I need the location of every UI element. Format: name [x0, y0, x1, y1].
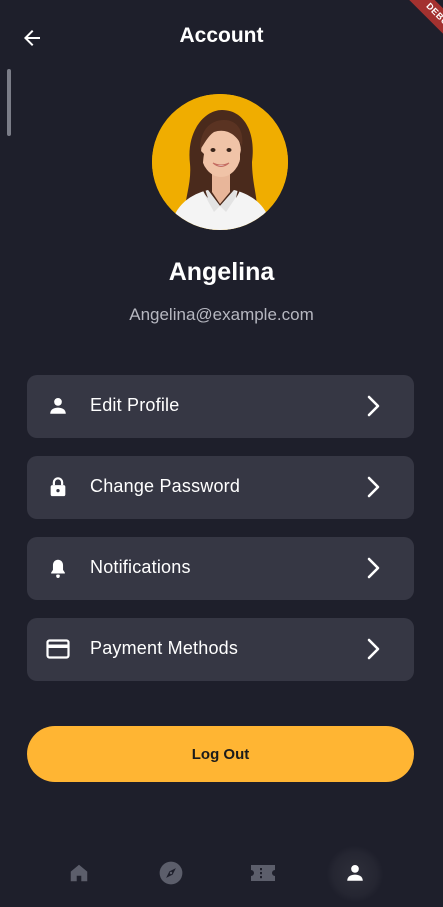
profile-photo [152, 94, 288, 230]
home-icon [70, 864, 88, 881]
nav-item-home[interactable] [49, 838, 109, 907]
menu-item-payment-methods[interactable]: Payment Methods [27, 618, 414, 681]
menu-item-label: Edit Profile [90, 395, 180, 415]
person-icon [46, 394, 70, 418]
logout-button[interactable]: Log Out [27, 726, 414, 782]
scrollbar[interactable] [7, 69, 11, 136]
lock-icon [46, 475, 70, 499]
nav-item-tickets[interactable] [233, 838, 293, 907]
ticket-icon [251, 864, 275, 881]
app-bar: Account [0, 0, 443, 76]
chevron-right-icon [367, 638, 380, 660]
page-title: Account [179, 24, 264, 47]
menu-item-label: Payment Methods [90, 638, 239, 658]
chevron-right-icon [367, 476, 380, 498]
menu-item-notifications[interactable]: Notifications [27, 537, 414, 600]
chevron-right-icon [367, 395, 380, 417]
avatar [152, 94, 288, 230]
chevron-right-icon [367, 557, 380, 579]
nav-item-account[interactable] [325, 838, 385, 907]
profile-email: Angelina@example.com [129, 305, 314, 324]
profile-name: Angelina [168, 258, 275, 286]
logout-button-label: Log Out [191, 745, 250, 763]
menu-item-edit-profile[interactable]: Edit Profile [27, 375, 414, 438]
compass-icon [159, 861, 183, 884]
menu-item-change-password[interactable]: Change Password [27, 456, 414, 519]
nav-item-explore[interactable] [141, 838, 201, 907]
menu-item-label: Notifications [90, 557, 191, 577]
bottom-navigation [0, 838, 443, 907]
credit-card-icon [46, 637, 70, 661]
bell-icon [46, 556, 70, 580]
menu-item-label: Change Password [90, 476, 241, 496]
person-icon [347, 864, 363, 881]
